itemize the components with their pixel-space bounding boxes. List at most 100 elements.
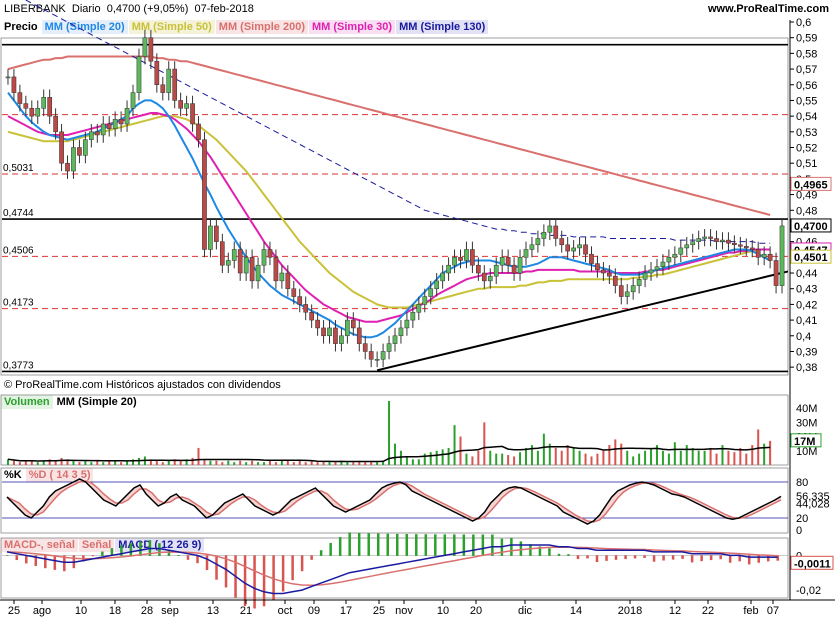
macd-tag-label: -0,0011 (794, 558, 831, 570)
volume-bar (507, 455, 510, 465)
volume-bar (215, 460, 218, 465)
volume-bar (221, 462, 224, 465)
volume-bar (435, 450, 438, 465)
candle-body (368, 351, 374, 360)
volume-bar (60, 457, 63, 465)
candle-body (41, 97, 47, 109)
candle-body (481, 272, 487, 282)
price-ytick-label: 0,6 (796, 17, 811, 29)
volume-bar (233, 462, 236, 465)
volume-bar (596, 453, 599, 465)
macd-hist-bar (15, 555, 19, 561)
volume-bar (572, 447, 575, 465)
volume-bar (394, 443, 396, 465)
macd-hist-bar (529, 544, 532, 556)
volume-bar (608, 445, 611, 465)
macd-hist-bar (567, 554, 570, 556)
macd-hist-bar (415, 534, 418, 556)
volume-bar (733, 452, 736, 465)
macd-hist-bar (614, 555, 618, 560)
candle-body (279, 272, 285, 282)
candle-body (720, 239, 725, 242)
candle-body (273, 257, 279, 282)
candle-body (589, 253, 594, 264)
candle-body (470, 249, 475, 266)
candle-body (362, 343, 368, 352)
macd-hist-bar (576, 555, 580, 560)
macd-hist-bar (386, 533, 389, 556)
volume-bar (197, 447, 200, 465)
macd-hist-bar (548, 548, 551, 556)
candle-body (642, 272, 648, 280)
macd-hist-bar (491, 534, 494, 556)
candle-body (648, 269, 654, 274)
macd-hist-bar (357, 532, 361, 556)
candle-body (214, 225, 219, 242)
x-tick-label: 2018 (618, 605, 642, 617)
price-ytick-label: 0,38 (796, 362, 817, 374)
volume-bar (703, 450, 706, 465)
volume-bar (495, 453, 498, 465)
macd-hist-bar (671, 555, 675, 560)
volume-bar (155, 460, 158, 465)
volume-bar (477, 450, 480, 465)
x-tick-label: dic (518, 605, 533, 617)
macd-hist-bar (329, 542, 332, 556)
volume-ytick-label: 40M (796, 403, 817, 415)
volume-bar (286, 460, 289, 465)
volume-bar (489, 450, 492, 465)
volume-bar (763, 443, 766, 465)
candle-body (65, 162, 70, 172)
candle-body (612, 275, 618, 286)
volume-bar (411, 459, 414, 465)
candle-body (142, 37, 148, 57)
volume-bar (584, 453, 587, 465)
macd-hist-bar (224, 555, 228, 588)
volume-bar (72, 460, 75, 465)
price-ytick-label: 0,43 (796, 284, 817, 296)
macd-hist-bar (101, 551, 104, 556)
volume-bar (453, 425, 456, 465)
candle-body (458, 257, 463, 261)
volume-bar (679, 450, 682, 465)
volume-bar (757, 429, 760, 465)
candle-body (541, 231, 547, 239)
candle-body (315, 319, 320, 329)
candle-body (136, 56, 142, 93)
volume-bar (268, 460, 271, 465)
volume-bar (417, 459, 420, 465)
sma30-line (7, 112, 771, 323)
macd-hist-bar (186, 555, 190, 560)
volume-bar (334, 462, 337, 465)
candle-body (577, 244, 582, 249)
candle-body (100, 123, 106, 136)
candle-body (654, 266, 660, 271)
candle-body (196, 123, 201, 140)
candle-body (208, 225, 213, 250)
price-ytick-label: 0,54 (796, 111, 817, 123)
candle-body (499, 257, 505, 266)
candle-body (452, 257, 457, 266)
macd-hist-bar (6, 555, 9, 556)
candle-body (124, 108, 130, 125)
candle-body (761, 253, 767, 258)
price-ytick-label: 0,41 (796, 315, 817, 327)
macd-hist-bar (25, 555, 28, 564)
x-tick-label: sep (161, 605, 179, 617)
stoch-ytick-label: 80 (796, 477, 808, 489)
candle-body (440, 272, 445, 282)
candle-body (410, 311, 416, 321)
value-tag-label: 0,4965 (794, 179, 828, 191)
candle-body (11, 76, 17, 93)
macd-hist-bar (709, 555, 713, 561)
volume-bar (352, 462, 355, 465)
candle-body (535, 238, 541, 246)
price-ytick-label: 0,44 (796, 268, 817, 280)
candle-body (404, 319, 410, 329)
price-ytick-label: 0,57 (796, 64, 817, 76)
candle-body (106, 123, 112, 129)
volume-bar (727, 450, 730, 465)
volume-bar (120, 462, 123, 465)
candle-body (172, 68, 178, 101)
candle-body (184, 103, 189, 109)
